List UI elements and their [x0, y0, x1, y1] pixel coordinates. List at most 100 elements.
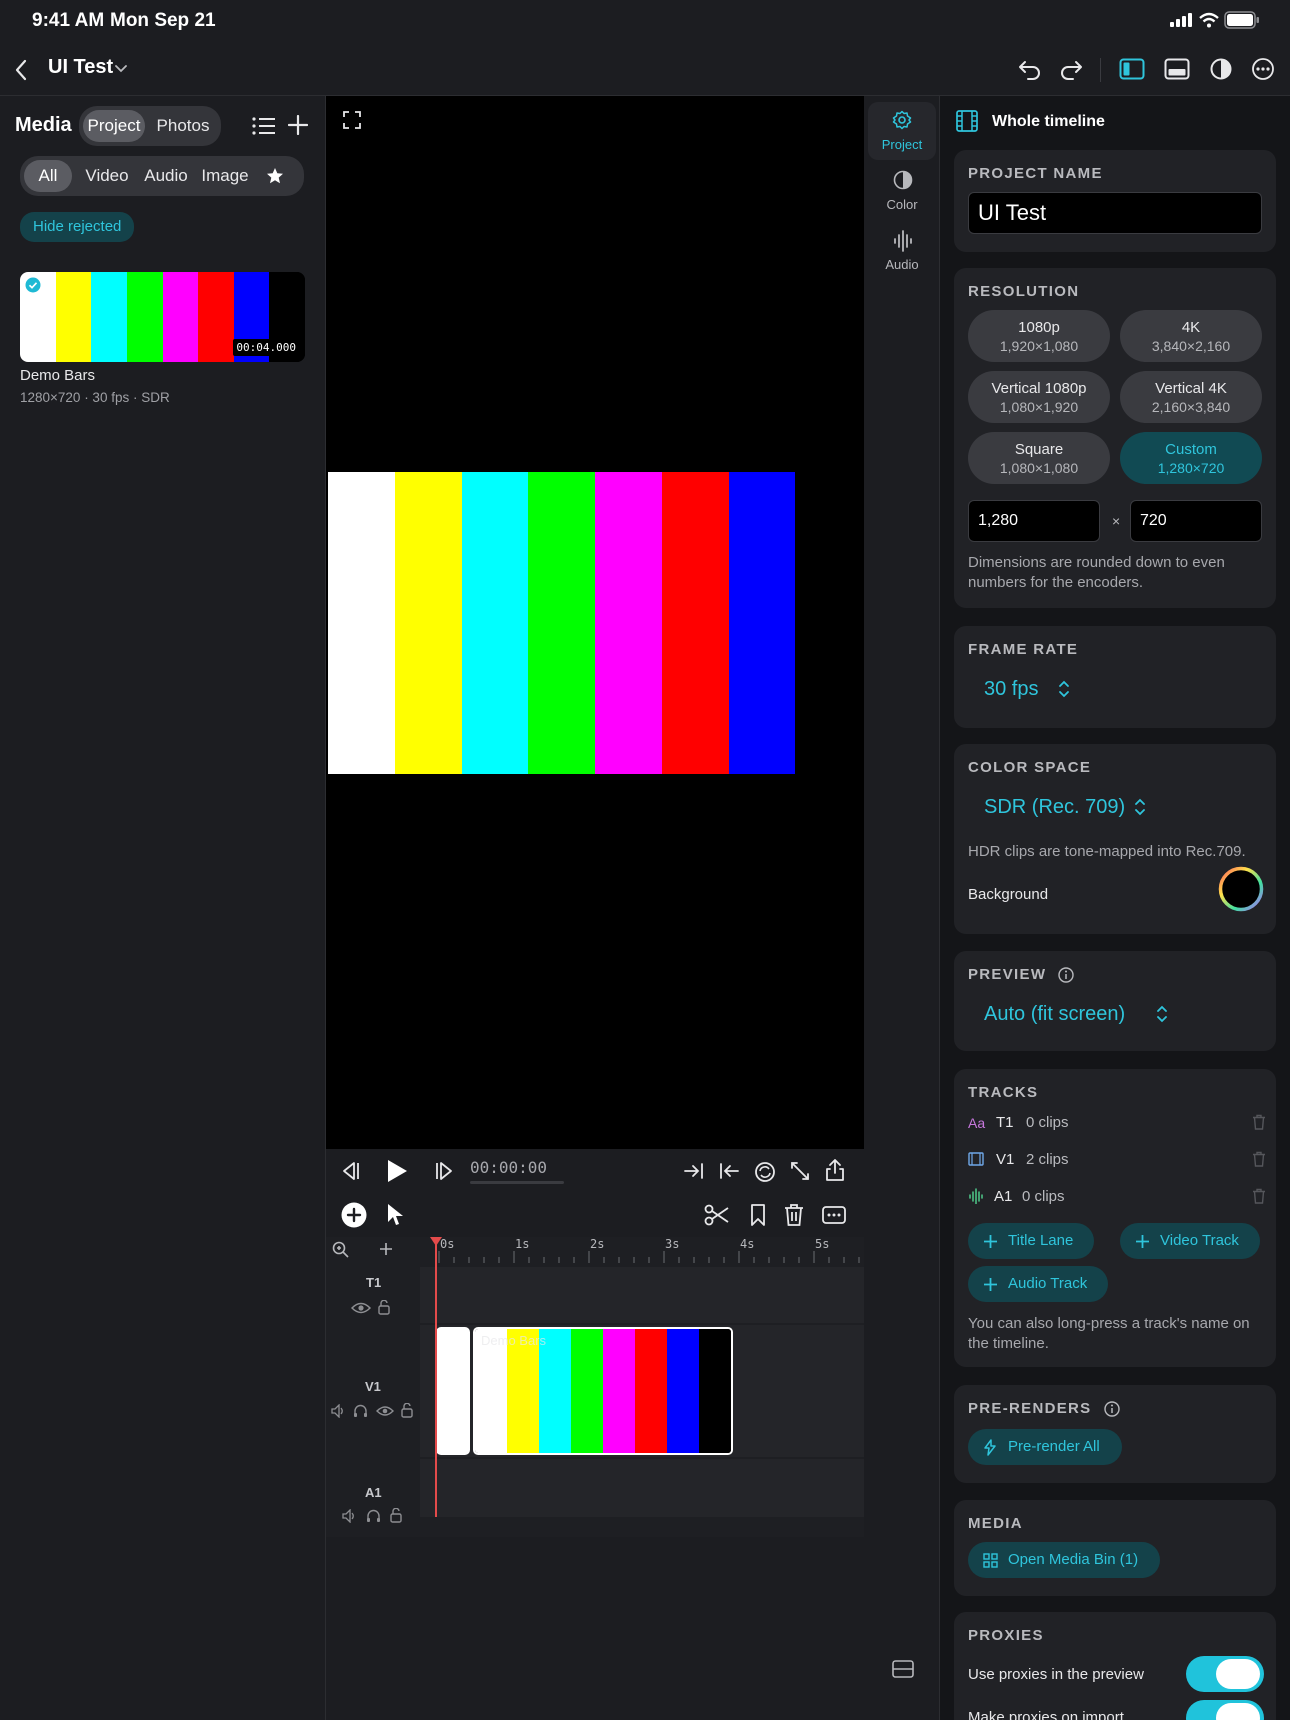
- track-name: A1: [994, 1188, 1013, 1205]
- expand-icon[interactable]: [790, 1161, 810, 1181]
- color-space-picker[interactable]: SDR (Rec. 709): [984, 796, 1125, 819]
- delete-track-icon[interactable]: [1252, 1151, 1266, 1167]
- height-field[interactable]: 720: [1130, 500, 1262, 542]
- jump-to-start-icon[interactable]: [718, 1162, 740, 1180]
- project-name-field[interactable]: UI Test: [968, 192, 1262, 234]
- track-lane-a1[interactable]: [420, 1459, 864, 1517]
- list-view-icon[interactable]: [252, 116, 276, 136]
- more-options-icon[interactable]: [1251, 57, 1275, 81]
- sidebar-toggle-icon[interactable]: [1119, 58, 1145, 80]
- track-label-v1[interactable]: V1: [365, 1379, 381, 1394]
- info-icon[interactable]: [1058, 967, 1074, 983]
- tab-project-settings[interactable]: Project: [868, 102, 936, 160]
- track-row-v1[interactable]: V1 2 clips: [968, 1150, 1268, 1178]
- timeline-clip[interactable]: [436, 1327, 470, 1455]
- track-row-a1[interactable]: A1 0 clips: [968, 1187, 1268, 1215]
- tab-project[interactable]: Project: [83, 110, 145, 142]
- add-media-icon[interactable]: [288, 115, 308, 135]
- film-strip-icon: [956, 110, 978, 132]
- filter-video[interactable]: Video: [78, 160, 136, 192]
- delete-track-icon[interactable]: [1252, 1114, 1266, 1130]
- add-video-track-button[interactable]: Video Track: [1120, 1223, 1260, 1259]
- timeline-clip[interactable]: Demo Bars: [473, 1327, 733, 1455]
- timeline-panel-icon[interactable]: [1164, 58, 1190, 80]
- media-clip-thumbnail[interactable]: 00:04.000: [20, 272, 305, 362]
- lock-icon[interactable]: [378, 1300, 390, 1315]
- add-audio-track-button[interactable]: Audio Track: [968, 1266, 1108, 1302]
- playhead[interactable]: [435, 1243, 437, 1517]
- add-track-icon[interactable]: [379, 1242, 393, 1256]
- hide-rejected-chip[interactable]: Hide rejected: [20, 212, 135, 242]
- project-title-button[interactable]: UI Test: [48, 56, 113, 79]
- playhead-handle-icon[interactable]: [430, 1237, 442, 1247]
- resolution-1080p-button[interactable]: 1080p 1,920×1,080: [968, 310, 1110, 362]
- timecode-display: 00:00:00: [470, 1158, 548, 1177]
- delete-track-icon[interactable]: [1252, 1188, 1266, 1204]
- share-icon[interactable]: [825, 1158, 845, 1182]
- color-bar: [595, 472, 663, 774]
- eye-icon[interactable]: [351, 1301, 371, 1315]
- step-back-icon[interactable]: [339, 1161, 361, 1181]
- step-forward-icon[interactable]: [434, 1161, 456, 1181]
- eye-icon[interactable]: [376, 1405, 394, 1417]
- zoom-icon[interactable]: [332, 1241, 350, 1259]
- preview-viewer[interactable]: [326, 96, 864, 1149]
- split-scissors-icon[interactable]: [704, 1204, 730, 1226]
- open-media-bin-button[interactable]: Open Media Bin (1): [968, 1542, 1160, 1578]
- loop-icon[interactable]: [754, 1161, 776, 1183]
- pointer-tool-icon[interactable]: [386, 1203, 404, 1227]
- preview-picker[interactable]: Auto (fit screen): [984, 1003, 1125, 1026]
- filter-image[interactable]: Image: [194, 160, 256, 192]
- resolution-vertical-4k-button[interactable]: Vertical 4K 2,160×3,840: [1120, 371, 1262, 423]
- pre-render-all-button[interactable]: Pre-render All: [968, 1429, 1122, 1465]
- bookmark-icon[interactable]: [750, 1203, 766, 1227]
- jump-to-end-icon[interactable]: [683, 1162, 705, 1180]
- play-icon[interactable]: [386, 1159, 408, 1183]
- resolution-custom-button[interactable]: Custom 1,280×720: [1120, 432, 1262, 484]
- chevron-down-icon[interactable]: [115, 64, 127, 74]
- track-row-t1[interactable]: Aa T1 0 clips: [968, 1113, 1268, 1141]
- time-ruler[interactable]: 0s 1s 2s 3s 4s 5s: [420, 1237, 864, 1263]
- chevron-updown-icon[interactable]: [1058, 680, 1070, 698]
- resolution-square-button[interactable]: Square 1,080×1,080: [968, 432, 1110, 484]
- track-lane-t1[interactable]: [420, 1267, 864, 1323]
- tab-audio[interactable]: Audio: [868, 222, 936, 280]
- project-name-heading: PROJECT NAME: [968, 165, 1103, 182]
- tick-1s: 1s: [515, 1237, 530, 1251]
- headphones-icon[interactable]: [353, 1404, 368, 1418]
- add-title-lane-button[interactable]: Title Lane: [968, 1223, 1094, 1259]
- add-clip-icon[interactable]: [341, 1202, 367, 1228]
- speaker-icon[interactable]: [331, 1404, 345, 1418]
- favorites-star-icon[interactable]: [266, 167, 284, 185]
- panel-layout-icon[interactable]: [892, 1660, 914, 1678]
- lock-icon[interactable]: [401, 1403, 413, 1418]
- filter-audio[interactable]: Audio: [138, 160, 194, 192]
- contrast-icon[interactable]: [1209, 57, 1233, 81]
- make-proxies-toggle[interactable]: [1186, 1700, 1264, 1720]
- width-field[interactable]: 1,280: [968, 500, 1100, 542]
- tab-photos[interactable]: Photos: [149, 110, 217, 142]
- back-chevron-icon[interactable]: [14, 58, 28, 82]
- scrub-bar[interactable]: [470, 1181, 564, 1184]
- speaker-icon[interactable]: [342, 1509, 356, 1523]
- undo-icon[interactable]: [1017, 57, 1043, 81]
- lock-icon[interactable]: [390, 1508, 402, 1523]
- filter-all[interactable]: All: [24, 160, 72, 192]
- resolution-vertical-1080p-button[interactable]: Vertical 1080p 1,080×1,920: [968, 371, 1110, 423]
- delete-icon[interactable]: [784, 1203, 804, 1227]
- chevron-updown-icon[interactable]: [1134, 798, 1146, 816]
- fullscreen-icon[interactable]: [343, 111, 361, 129]
- more-tools-icon[interactable]: [822, 1205, 846, 1225]
- resolution-4k-button[interactable]: 4K 3,840×2,160: [1120, 310, 1262, 362]
- redo-icon[interactable]: [1058, 57, 1084, 81]
- background-color-well[interactable]: [1218, 866, 1264, 912]
- info-icon[interactable]: [1104, 1401, 1120, 1417]
- frame-rate-picker[interactable]: 30 fps: [984, 678, 1038, 701]
- chevron-updown-icon[interactable]: [1156, 1005, 1168, 1023]
- track-label-a1[interactable]: A1: [365, 1485, 382, 1500]
- use-proxies-toggle[interactable]: [1186, 1656, 1264, 1692]
- tab-color[interactable]: Color: [868, 162, 936, 220]
- preset-dims: 1,080×1,920: [999, 399, 1079, 415]
- track-label-t1[interactable]: T1: [366, 1275, 381, 1290]
- headphones-icon[interactable]: [366, 1509, 381, 1523]
